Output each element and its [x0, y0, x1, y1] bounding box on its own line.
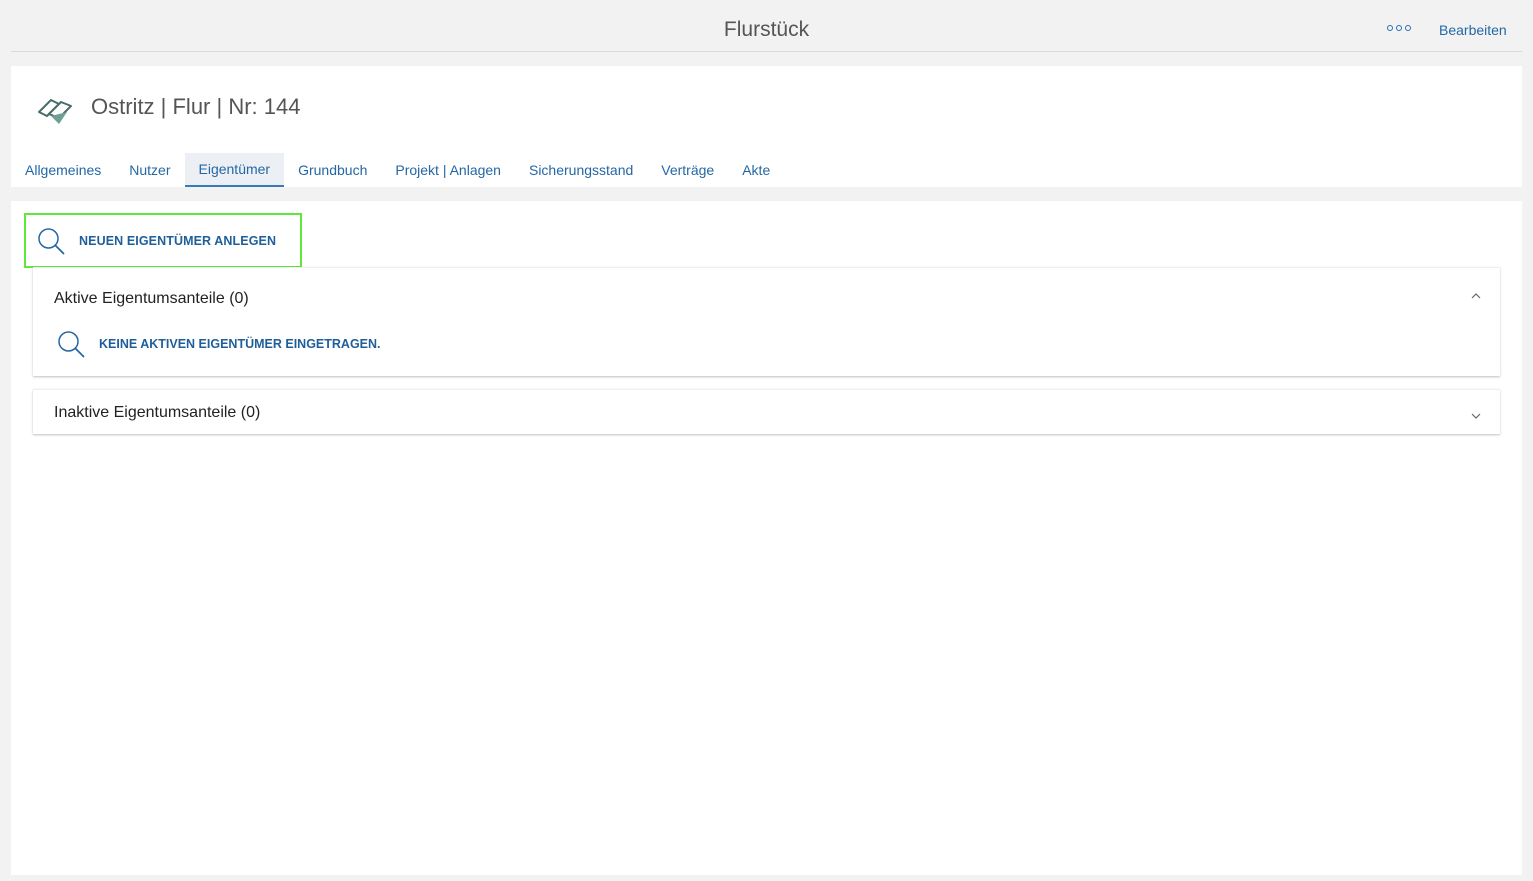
tab-grundbuch[interactable]: Grundbuch — [284, 153, 381, 187]
chevron-down-icon[interactable] — [1470, 411, 1482, 421]
search-icon — [38, 227, 65, 254]
tab-akte[interactable]: Akte — [728, 153, 784, 187]
parcel-icon — [38, 99, 72, 124]
new-owner-label: NEUEN EIGENTÜMER ANLEGEN — [79, 233, 277, 248]
chevron-up-icon[interactable] — [1470, 291, 1482, 301]
tab-vertraege[interactable]: Verträge — [647, 153, 728, 187]
tab-bar: Allgemeines Nutzer Eigentümer Grundbuch … — [11, 153, 784, 187]
record-title: Ostritz | Flur | Nr: 144 — [91, 94, 301, 119]
more-dot — [1396, 25, 1402, 31]
tab-sicherungsstand[interactable]: Sicherungsstand — [515, 153, 647, 187]
tab-projekt-anlagen[interactable]: Projekt | Anlagen — [381, 153, 515, 187]
inactive-ownership-title[interactable]: Inaktive Eigentumsanteile (0) — [54, 404, 260, 422]
active-ownership-panel: Aktive Eigentumsanteile (0) KEINE AKTIVE… — [33, 267, 1500, 376]
more-dot — [1405, 25, 1411, 31]
edit-button[interactable]: Bearbeiten — [1439, 22, 1507, 38]
new-owner-button[interactable]: NEUEN EIGENTÜMER ANLEGEN — [24, 213, 302, 268]
no-active-owners-label: KEINE AKTIVEN EIGENTÜMER EINGETRAGEN. — [99, 337, 381, 351]
inactive-ownership-panel: Inaktive Eigentumsanteile (0) — [33, 389, 1500, 434]
tab-eigentuemer[interactable]: Eigentümer — [184, 153, 285, 187]
page-title: Flurstück — [723, 18, 810, 41]
tab-allgemeines[interactable]: Allgemeines — [11, 153, 115, 187]
main-content: NEUEN EIGENTÜMER ANLEGEN Aktive Eigentum… — [11, 201, 1522, 875]
search-icon — [58, 331, 85, 358]
active-ownership-title[interactable]: Aktive Eigentumsanteile (0) — [54, 290, 249, 308]
more-icon[interactable] — [1387, 20, 1411, 36]
more-dot — [1387, 25, 1393, 31]
top-bar: Flurstück Bearbeiten — [11, 0, 1522, 52]
record-header: Ostritz | Flur | Nr: 144 Allgemeines Nut… — [11, 66, 1522, 187]
no-active-owners-link[interactable]: KEINE AKTIVEN EIGENTÜMER EINGETRAGEN. — [57, 330, 381, 358]
tab-nutzer[interactable]: Nutzer — [115, 153, 184, 187]
